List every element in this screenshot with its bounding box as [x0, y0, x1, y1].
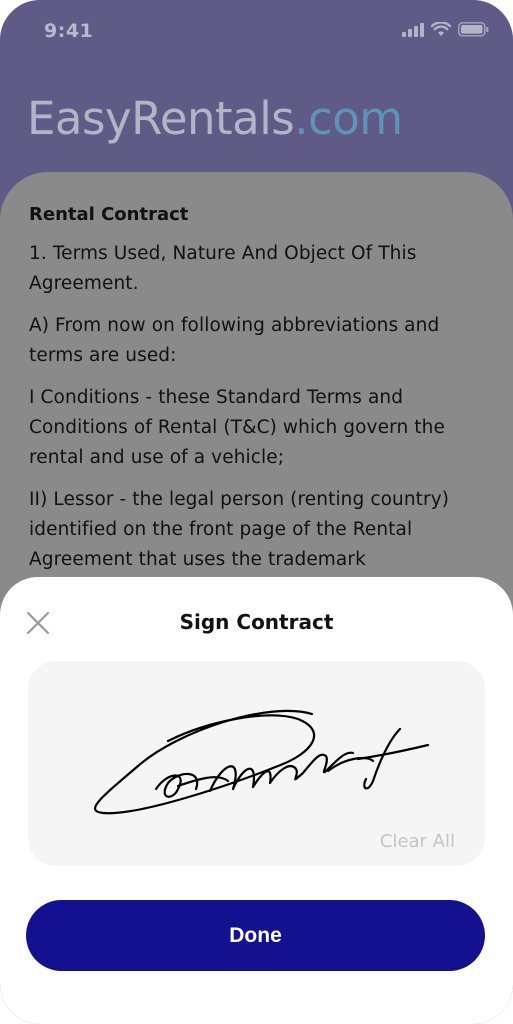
contract-title: Rental Contract — [29, 204, 189, 225]
signal-icon — [402, 22, 424, 37]
contract-paragraph: II) Lessor - the legal person (renting c… — [29, 489, 450, 570]
battery-icon — [458, 22, 489, 37]
phone-screen: 9:41 EasyRentals.com Rental Contract 1. … — [0, 0, 513, 1024]
sheet-title: Sign Contract — [179, 610, 334, 634]
contract-paragraph: I Conditions - these Standard Terms and … — [29, 387, 445, 468]
clear-all-button[interactable]: Clear All — [380, 831, 455, 852]
brand-tld: .com — [294, 92, 403, 145]
done-button[interactable]: Done — [26, 900, 485, 971]
contract-paragraph: A) From now on following abbreviations a… — [29, 315, 440, 366]
signature-pad[interactable]: Clear All — [28, 661, 485, 866]
contract-paragraph: 1. Terms Used, Nature And Object Of This… — [29, 243, 417, 294]
brand-logo: EasyRentals.com — [27, 92, 403, 145]
status-bar: 9:41 — [0, 0, 513, 60]
status-icons — [402, 22, 489, 37]
brand-name: EasyRentals — [27, 92, 295, 145]
wifi-icon — [431, 22, 451, 37]
status-time: 9:41 — [44, 20, 94, 42]
